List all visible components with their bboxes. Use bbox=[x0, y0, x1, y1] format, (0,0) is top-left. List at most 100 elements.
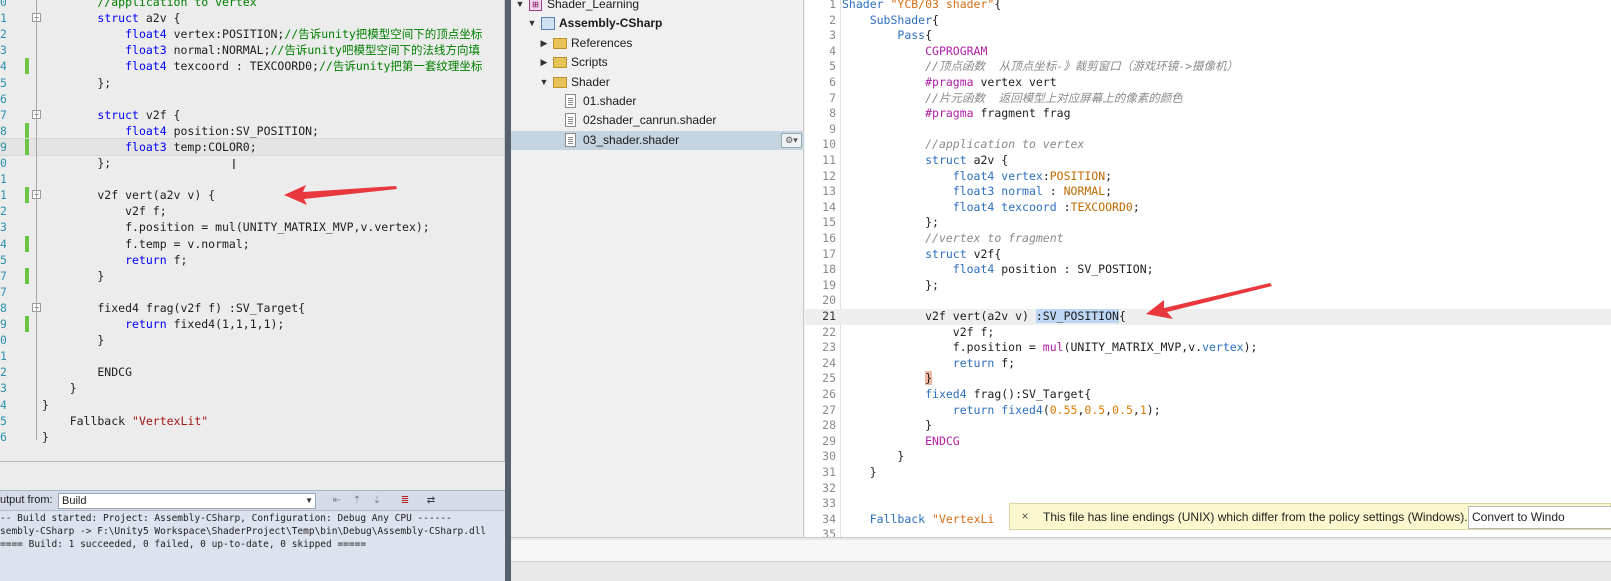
code-token: v2f f; bbox=[42, 204, 167, 219]
code-text: fixed4 frag():SV_Target{ bbox=[842, 387, 1091, 403]
code-line[interactable]: 6 bbox=[0, 91, 504, 107]
code-line[interactable]: 2 ENDCG bbox=[0, 364, 504, 380]
code-line[interactable]: 5 Fallback "VertexLit" bbox=[0, 413, 504, 429]
code-line[interactable]: 5 return f; bbox=[0, 252, 504, 268]
expanded-arrow-icon[interactable]: ▼ bbox=[514, 0, 526, 14]
code-token: CGPROGRAM bbox=[925, 43, 988, 58]
md-code-editor[interactable]: 1 Shader "YCB/03 shader"{2 SubShader{3 Pa… bbox=[805, 0, 1611, 537]
collapsed-arrow-icon[interactable]: ▶ bbox=[538, 53, 550, 72]
code-line[interactable]: 10 //application to vertex bbox=[805, 137, 1611, 153]
code-line[interactable]: 18 float4 position : SV_POSTION; bbox=[805, 262, 1611, 278]
code-line[interactable]: 5 //顶点函数 从顶点坐标-》裁剪窗口（游戏环镜->摄像机） bbox=[805, 59, 1611, 75]
tree-item-shader-learning[interactable]: ▼ ⊞ Shader_Learning bbox=[511, 0, 804, 14]
expanded-arrow-icon[interactable]: ▼ bbox=[526, 14, 538, 33]
line-number: 2 bbox=[829, 12, 836, 27]
gear-icon[interactable]: ⚙▾ bbox=[781, 132, 802, 148]
code-token: float3 bbox=[952, 184, 995, 199]
code-line[interactable]: 24 return f; bbox=[805, 356, 1611, 372]
code-line[interactable]: 4 f.temp = v.normal; bbox=[0, 236, 504, 252]
vs-code-editor[interactable]: 0 //application to vertex1 struct a2v {−… bbox=[0, 0, 505, 461]
line-number: 9 bbox=[0, 316, 6, 332]
code-line[interactable]: 16 //vertex to fragment bbox=[805, 231, 1611, 247]
code-line[interactable]: 23 f.position = mul(UNITY_MATRIX_MVP,v.v… bbox=[805, 340, 1611, 356]
goto-prev-icon[interactable]: ⇡ bbox=[350, 494, 364, 508]
code-line[interactable]: 3 } bbox=[0, 380, 504, 396]
code-line[interactable]: 27 return fixed4(0.55,0.5,0.5,1); bbox=[805, 403, 1611, 419]
code-line[interactable]: 9 bbox=[805, 122, 1611, 138]
code-line[interactable]: 12 float4 vertex:POSITION; bbox=[805, 169, 1611, 185]
code-line[interactable]: 6} bbox=[0, 429, 504, 445]
code-line[interactable]: 8 fixed4 frag(v2f f) :SV_Target{ bbox=[0, 300, 504, 316]
code-text: SubShader{ bbox=[842, 13, 939, 29]
code-line[interactable]: 1 v2f vert(a2v v) { bbox=[0, 187, 504, 203]
code-line[interactable]: 11 struct a2v { bbox=[805, 153, 1611, 169]
code-line[interactable]: 1 bbox=[0, 348, 504, 364]
code-line[interactable]: 7 bbox=[0, 284, 504, 300]
clear-all-icon[interactable]: ≣ bbox=[398, 494, 412, 508]
vs-splitter[interactable] bbox=[0, 461, 505, 490]
code-line[interactable]: 3 float3 normal:NORMAL;//告诉unity吧模型空间下的法… bbox=[0, 42, 504, 58]
output-source-select[interactable]: Build ▼ bbox=[58, 493, 316, 509]
code-line[interactable]: 28 } bbox=[805, 418, 1611, 434]
code-line[interactable]: 6 #pragma vertex vert bbox=[805, 75, 1611, 91]
word-wrap-icon[interactable]: ⇄ bbox=[424, 494, 438, 508]
code-line[interactable]: 31 } bbox=[805, 465, 1611, 481]
tree-item-references[interactable]: ▶ References bbox=[511, 34, 804, 53]
code-line[interactable]: 2 SubShader{ bbox=[805, 13, 1611, 29]
code-line[interactable]: 1 Shader "YCB/03 shader"{ bbox=[805, 0, 1611, 13]
code-token: //顶点函数 从顶点坐标-》裁剪窗口（游戏环镜->摄像机） bbox=[925, 59, 1239, 74]
line-number: 31 bbox=[822, 465, 836, 479]
code-token: float4 bbox=[952, 262, 995, 277]
code-line[interactable]: 9 return fixed4(1,1,1,1); bbox=[0, 316, 504, 332]
code-line[interactable]: 15 }; bbox=[805, 215, 1611, 231]
expanded-arrow-icon[interactable]: ▼ bbox=[538, 73, 550, 92]
line-number: 2 bbox=[0, 26, 6, 42]
code-line[interactable]: 3 f.position = mul(UNITY_MATRIX_MVP,v.ve… bbox=[0, 219, 504, 235]
close-icon[interactable]: × bbox=[1018, 509, 1032, 523]
goto-next-icon[interactable]: ⇣ bbox=[370, 494, 384, 508]
code-line[interactable]: 32 bbox=[805, 481, 1611, 497]
code-line[interactable]: 4 float4 texcoord : TEXCOORD0;//告诉unity把… bbox=[0, 58, 504, 74]
code-line[interactable]: 8 float4 position:SV_POSITION; bbox=[0, 123, 504, 139]
collapsed-arrow-icon[interactable]: ▶ bbox=[538, 34, 550, 53]
code-line[interactable]: 25 } bbox=[805, 371, 1611, 387]
code-line[interactable]: 4} bbox=[0, 397, 504, 413]
code-text: //片元函数 返回模型上对应屏幕上的像素的颜色 bbox=[842, 91, 1183, 107]
code-line[interactable]: 1 struct a2v { bbox=[0, 10, 504, 26]
code-line[interactable]: 0 //application to vertex bbox=[0, 0, 504, 10]
tree-item-scripts[interactable]: ▶ Scripts bbox=[511, 53, 804, 72]
tree-item-01-shader[interactable]: 01.shader bbox=[511, 92, 804, 111]
code-line[interactable]: 9 float3 temp:COLOR0; bbox=[0, 137, 504, 156]
code-line[interactable]: 7 } bbox=[0, 268, 504, 284]
chevron-down-icon: ▼ bbox=[305, 496, 313, 505]
goto-prev-message-icon[interactable]: ⇤ bbox=[330, 494, 344, 508]
code-line[interactable]: 1 bbox=[0, 171, 504, 187]
code-line[interactable]: 3 Pass{ bbox=[805, 28, 1611, 44]
tree-item-assembly-csharp[interactable]: ▼ Assembly-CSharp bbox=[511, 14, 804, 33]
code-line[interactable]: 29 ENDCG bbox=[805, 434, 1611, 450]
code-line[interactable]: 0 } bbox=[0, 332, 504, 348]
tree-item-02shader-canrun-shader[interactable]: 02shader_canrun.shader bbox=[511, 111, 804, 130]
convert-to-windows-button[interactable]: Convert to Windo bbox=[1468, 506, 1611, 529]
code-line[interactable]: 7 //片元函数 返回模型上对应屏幕上的像素的颜色 bbox=[805, 91, 1611, 107]
code-text: float4 vertex:POSITION; bbox=[842, 169, 1112, 185]
line-number: 20 bbox=[822, 293, 836, 308]
code-line[interactable]: 22 v2f f; bbox=[805, 325, 1611, 341]
code-line[interactable]: 13 float3 normal : NORMAL; bbox=[805, 184, 1611, 200]
code-line[interactable]: 8 #pragma fragment frag bbox=[805, 106, 1611, 122]
code-line[interactable]: 5 }; bbox=[0, 75, 504, 91]
code-line[interactable]: 14 float4 texcoord :TEXCOORD0; bbox=[805, 200, 1611, 216]
code-line[interactable]: 26 fixed4 frag():SV_Target{ bbox=[805, 387, 1611, 403]
code-line[interactable]: 7 struct v2f { bbox=[0, 107, 504, 123]
tree-item-shader[interactable]: ▼ Shader bbox=[511, 73, 804, 92]
code-line[interactable]: 30 } bbox=[805, 449, 1611, 465]
code-line[interactable]: 17 struct v2f{ bbox=[805, 247, 1611, 263]
code-line[interactable]: 2 v2f f; bbox=[0, 203, 504, 219]
solution-icon: ⊞ bbox=[529, 0, 542, 11]
tree-item-03-shader-shader[interactable]: 03_shader.shader ⚙▾ bbox=[511, 130, 804, 150]
code-text: return f; bbox=[842, 356, 1015, 372]
code-line[interactable]: 2 float4 vertex:POSITION;//告诉unity把模型空间下… bbox=[0, 26, 504, 42]
code-line[interactable]: 0 }; bbox=[0, 155, 504, 171]
code-line[interactable]: 4 CGPROGRAM bbox=[805, 44, 1611, 60]
